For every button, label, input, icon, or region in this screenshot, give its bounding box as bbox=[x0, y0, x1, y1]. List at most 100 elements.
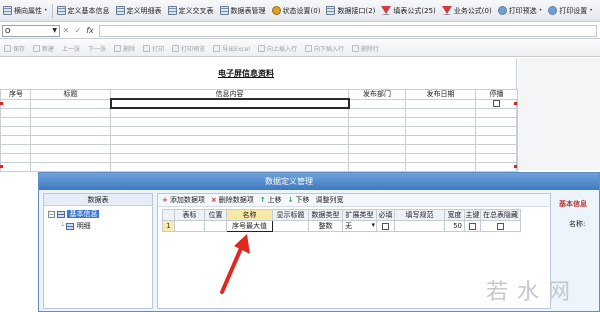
stopped-checkbox[interactable] bbox=[493, 100, 500, 107]
cell[interactable] bbox=[348, 107, 406, 118]
cell[interactable] bbox=[30, 98, 111, 109]
cell[interactable] bbox=[405, 152, 476, 163]
insert-row-above-button[interactable]: 向上插入行 bbox=[254, 44, 301, 53]
col-header: 在总表隐藏 bbox=[480, 209, 521, 221]
move-down-button[interactable]: ↓ 下移 bbox=[288, 195, 310, 205]
cell[interactable] bbox=[475, 143, 518, 154]
toolbar-item-define-cross[interactable]: 定义交叉表 bbox=[165, 2, 217, 20]
cell[interactable] bbox=[0, 143, 31, 154]
toolbar-item-data-interface[interactable]: 数据接口(2) bbox=[323, 2, 378, 20]
cell[interactable] bbox=[30, 143, 111, 154]
cell[interactable] bbox=[405, 125, 476, 136]
cell[interactable] bbox=[475, 152, 518, 163]
toolbar-item-table-manage[interactable]: 数据表管理 bbox=[217, 2, 269, 20]
cell[interactable] bbox=[272, 220, 309, 232]
width-cell[interactable]: 50 bbox=[444, 220, 465, 232]
move-up-button[interactable]: ↑ 上移 bbox=[260, 195, 282, 205]
cell[interactable] bbox=[110, 116, 349, 127]
cell[interactable] bbox=[405, 161, 476, 172]
cell[interactable] bbox=[204, 220, 227, 232]
data-type-cell[interactable]: 整数 bbox=[308, 220, 343, 232]
cell[interactable] bbox=[174, 220, 205, 232]
toolbar-item-biz-formula[interactable]: 业务公式(0) bbox=[439, 2, 495, 20]
ext-type-cell[interactable]: 无 ▾ bbox=[342, 220, 377, 232]
cell[interactable] bbox=[0, 152, 31, 163]
cell[interactable] bbox=[405, 134, 476, 145]
tree-node-basic-info[interactable]: − 基本信息 bbox=[48, 210, 100, 219]
add-field-button[interactable]: + 添加数据项 bbox=[162, 195, 205, 205]
primary-key-checkbox[interactable] bbox=[469, 222, 476, 230]
adjust-width-button[interactable]: 调整列宽 bbox=[316, 195, 344, 205]
cell[interactable] bbox=[348, 161, 406, 172]
cell[interactable] bbox=[348, 152, 406, 163]
cell[interactable] bbox=[0, 134, 31, 145]
selected-cell[interactable] bbox=[109, 98, 350, 109]
field-name-input[interactable]: 序号最大值 bbox=[226, 220, 273, 232]
tree-node-detail[interactable]: └ 明细 bbox=[60, 222, 91, 231]
toolbar-item-print-preview[interactable]: 打印预选 • bbox=[495, 2, 546, 20]
cell[interactable] bbox=[110, 107, 349, 118]
cell[interactable] bbox=[405, 143, 476, 154]
chevron-down-icon[interactable]: ▾ bbox=[371, 222, 375, 230]
export-excel-button[interactable]: 导出Excel bbox=[209, 44, 254, 53]
cell[interactable] bbox=[348, 125, 406, 136]
required-checkbox[interactable] bbox=[382, 222, 389, 230]
cell[interactable] bbox=[480, 220, 521, 232]
cell[interactable] bbox=[30, 134, 111, 145]
toolbar-item-print-settings[interactable]: 打印设置 • bbox=[545, 2, 596, 20]
cell[interactable] bbox=[405, 107, 476, 118]
fx-icon[interactable]: fx bbox=[84, 26, 96, 35]
cell[interactable] bbox=[348, 143, 406, 154]
toolbar-item-define-basic[interactable]: 定义基本信息 bbox=[54, 2, 113, 20]
cell[interactable] bbox=[30, 107, 111, 118]
delete-field-button[interactable]: × 删除数据项 bbox=[211, 195, 254, 205]
confirm-icon[interactable]: ✓ bbox=[72, 26, 84, 35]
cell[interactable] bbox=[0, 107, 31, 118]
delete-button[interactable]: 删除 bbox=[110, 44, 139, 53]
formula-input[interactable] bbox=[99, 24, 597, 37]
cell[interactable] bbox=[348, 134, 406, 145]
cell[interactable] bbox=[405, 116, 476, 127]
prev-button[interactable]: 上一张 bbox=[58, 44, 84, 53]
cell[interactable] bbox=[376, 220, 395, 232]
delete-row-button[interactable]: 删除行 bbox=[348, 44, 383, 53]
cell[interactable] bbox=[348, 116, 406, 127]
cell-reference-box[interactable]: O ▼ bbox=[2, 24, 60, 37]
cell[interactable] bbox=[110, 125, 349, 136]
toolbar-item-define-detail[interactable]: 定义明细表 bbox=[113, 2, 165, 20]
cell[interactable] bbox=[110, 134, 349, 145]
cell[interactable] bbox=[0, 125, 31, 136]
cell[interactable] bbox=[475, 134, 518, 145]
print-button[interactable]: 打印 bbox=[139, 44, 168, 53]
hide-checkbox[interactable] bbox=[497, 222, 504, 230]
save-button[interactable]: 保存 bbox=[0, 44, 29, 53]
cell[interactable] bbox=[110, 143, 349, 154]
toolbar-item-status[interactable]: 状态设置(0) bbox=[269, 2, 324, 20]
cell[interactable] bbox=[30, 116, 111, 127]
cell[interactable] bbox=[30, 152, 111, 163]
cell[interactable] bbox=[475, 125, 518, 136]
cell[interactable] bbox=[0, 161, 31, 172]
cell[interactable] bbox=[475, 116, 518, 127]
next-button[interactable]: 下一张 bbox=[84, 44, 110, 53]
cell[interactable] bbox=[348, 98, 406, 109]
insert-row-below-button[interactable]: 向下插入行 bbox=[301, 44, 348, 53]
cell[interactable] bbox=[0, 116, 31, 127]
collapse-icon[interactable]: − bbox=[48, 210, 55, 218]
cell[interactable] bbox=[394, 220, 445, 232]
cell[interactable] bbox=[475, 98, 518, 109]
cell[interactable] bbox=[110, 152, 349, 163]
cell[interactable] bbox=[110, 161, 349, 172]
cell[interactable] bbox=[464, 220, 481, 232]
toolbar-item-properties[interactable]: 横向属性 • bbox=[0, 2, 51, 20]
cell[interactable] bbox=[30, 161, 111, 172]
toolbar-item-fill-formula[interactable]: 填表公式(25) bbox=[378, 2, 438, 20]
cell[interactable] bbox=[405, 98, 476, 109]
cell[interactable] bbox=[0, 98, 31, 109]
cancel-icon[interactable]: ✕ bbox=[60, 26, 72, 35]
cell[interactable] bbox=[475, 161, 518, 172]
print-preview-button[interactable]: 打印预览 bbox=[168, 44, 209, 53]
cell[interactable] bbox=[30, 125, 111, 136]
cell[interactable] bbox=[475, 107, 518, 118]
new-button[interactable]: 新建 bbox=[29, 44, 58, 53]
